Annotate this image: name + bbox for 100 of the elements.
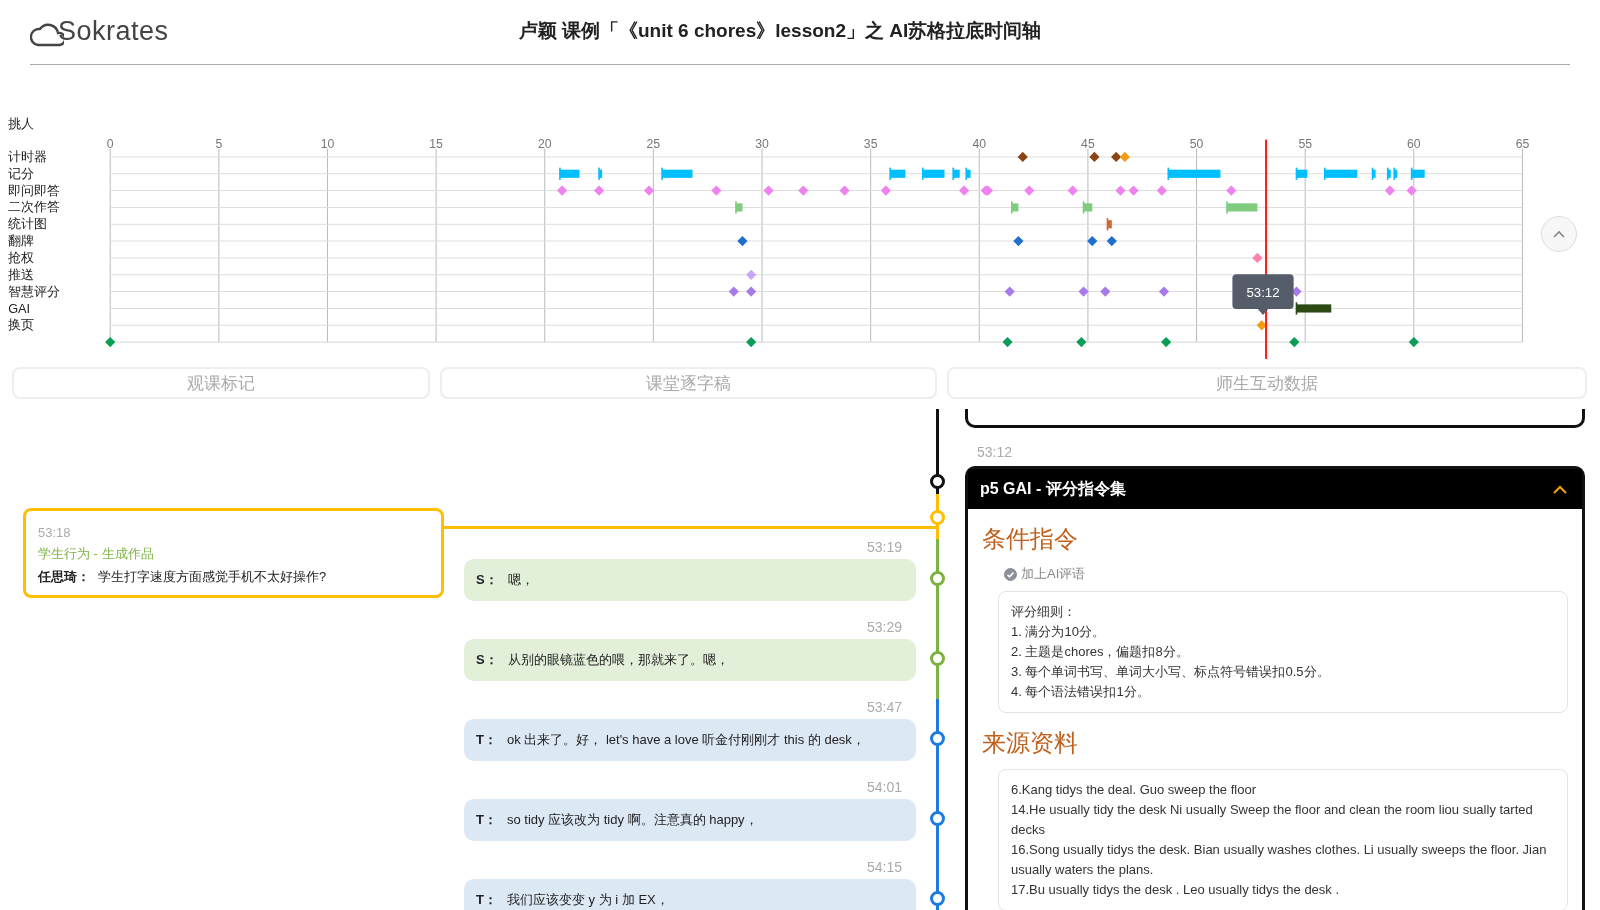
row-label: 抢权	[8, 250, 35, 265]
diamond-marker	[1115, 185, 1126, 196]
diamond-marker	[839, 185, 850, 196]
diamond-marker	[746, 337, 757, 348]
range-bar	[1167, 167, 1221, 180]
diamond-marker	[1111, 151, 1122, 162]
rule-line: 2. 主题是chores，偏题扣8分。	[1011, 643, 1190, 661]
section-heading: 条件指令	[982, 524, 1079, 554]
axis-tick-label: 45	[1081, 136, 1095, 151]
chevron-up-icon	[1552, 229, 1566, 239]
diamond-marker	[1161, 337, 1172, 348]
diamond-marker	[1158, 286, 1170, 297]
tab[interactable]: 师生互动数据	[947, 367, 1587, 399]
axis-tick-label: 15	[429, 136, 443, 151]
message-time: 53:19	[866, 539, 902, 557]
diamond-marker	[1289, 337, 1300, 348]
diamond-marker	[1384, 185, 1395, 196]
axis-tick-label: 40	[972, 136, 987, 151]
row-label: 翻牌	[8, 233, 35, 249]
axis-tick-label: 35	[863, 136, 878, 151]
range-bar	[1410, 167, 1425, 180]
diamond-marker	[1067, 185, 1078, 196]
diamond-marker	[1226, 185, 1237, 196]
message-bubble: T： ok 出来了。好， let's have a love 听金付刚刚才 this 的 desk，	[464, 719, 916, 761]
diamond-marker	[1119, 151, 1130, 162]
timeline-node	[929, 811, 945, 826]
diamond-marker	[1408, 337, 1419, 348]
range-bar	[735, 201, 743, 214]
axis-tick-label: 20	[537, 136, 552, 151]
message-time: 54:01	[866, 779, 902, 797]
row-label: 二次作答	[8, 199, 61, 215]
diamond-marker	[1004, 286, 1015, 297]
range-bar	[952, 167, 960, 180]
diamond-marker	[728, 286, 739, 297]
message-time: 54:15	[866, 859, 902, 877]
timeline-node	[929, 651, 945, 666]
note-text: 学生打字速度方面感觉手机不太好操作?	[98, 568, 327, 586]
row-label: 智慧评分	[8, 283, 61, 299]
message-bubble: T： so tidy 应该改为 tidy 啊。注意真的 happy，	[464, 799, 916, 841]
range-bar	[1082, 201, 1093, 214]
source-line: 6.Kang tidys the deal. Guo sweep the floor	[1011, 781, 1257, 799]
diamond-marker	[1106, 236, 1117, 247]
rule-line: 评分细则：	[1011, 603, 1077, 621]
range-bar	[1323, 167, 1358, 180]
diamond-marker	[105, 337, 116, 348]
source-line: 16.Song usually tidys the desk. Bian usually washes clothes. Li usually sweeps the floor. Jian usually waters the plans.	[1011, 841, 1548, 879]
message-time: 53:29	[866, 619, 902, 637]
range-bar	[1371, 167, 1376, 180]
axis-tick-label: 30	[755, 136, 769, 151]
chevron-icon[interactable]	[1552, 484, 1568, 494]
tab[interactable]: 课堂逐字稿	[440, 367, 937, 399]
source-line: 17.Bu usually tidys the desk . Leo usually tidys the desk .	[1011, 881, 1341, 899]
range-bar	[1393, 167, 1398, 180]
diamond-marker	[1406, 185, 1417, 196]
range-bar	[661, 167, 693, 180]
range-bar	[1295, 167, 1308, 180]
diamond-marker	[1156, 185, 1167, 196]
row-label: 换页	[8, 317, 35, 333]
axis-tick-label: 5	[215, 136, 223, 151]
diamond-marker	[1024, 185, 1035, 196]
message-time: 53:47	[866, 699, 902, 717]
range-bar	[598, 167, 603, 180]
timeline-node	[929, 571, 945, 586]
rule-line: 3. 每个单词书写、单词大小写、标点符号错误扣0.5分。	[1011, 663, 1331, 681]
axis-tick-label: 55	[1298, 136, 1312, 151]
axis-tick-label: 50	[1189, 136, 1204, 151]
diamond-marker	[711, 185, 722, 196]
axis-tick-label: 60	[1407, 136, 1421, 151]
diamond-marker	[1002, 337, 1013, 348]
rule-line: 4. 每个语法错误扣1分。	[1011, 683, 1151, 701]
timeline-node	[929, 891, 945, 906]
diamond-marker	[1089, 151, 1100, 162]
rule-line: 1. 满分为10分。	[1011, 623, 1106, 641]
diamond-marker	[1076, 337, 1087, 348]
tab[interactable]: 观课标记	[12, 367, 430, 399]
page-title: 卢颖 课例「《unit 6 chores》lesson2」之 AI苏格拉底时间轴	[517, 19, 1043, 43]
row-label: 计时器	[8, 149, 48, 164]
card-title: p5 GAI - 评分指令集	[980, 478, 1126, 499]
diamond-marker	[737, 236, 748, 247]
note-category: 学生行为 - 生成作品	[38, 545, 155, 563]
diamond-marker	[746, 286, 757, 297]
row-label: 统计图	[8, 216, 48, 232]
axis-tick-label: 10	[320, 136, 335, 151]
option-label: 加上AI评语	[1021, 565, 1086, 583]
timeline-node	[929, 510, 945, 525]
diamond-marker	[880, 185, 891, 196]
row-label: 挑人	[8, 116, 35, 132]
tooltip-text: 53:12	[1246, 284, 1280, 300]
message-bubble: S： 从别的眼镜蓝色的喂，那就来了。嗯，	[464, 639, 916, 681]
range-bar	[1011, 201, 1019, 214]
diamond-marker	[643, 185, 655, 196]
time-tooltip	[1232, 274, 1294, 316]
diamond-marker	[763, 185, 774, 196]
row-label: 即问即答	[8, 182, 61, 198]
range-bar	[1106, 218, 1112, 231]
diamond-marker	[1100, 286, 1111, 297]
diamond-marker	[958, 185, 970, 196]
row-label: 推送	[8, 266, 35, 282]
axis-tick-label: 25	[646, 136, 661, 151]
section-heading: 来源资料	[982, 728, 1079, 758]
